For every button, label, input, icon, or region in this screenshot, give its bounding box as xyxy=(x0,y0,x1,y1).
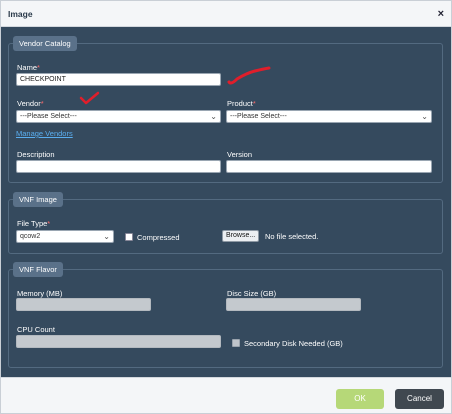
dialog-titlebar: Image × xyxy=(1,1,451,27)
chevron-down-icon: ⌄ xyxy=(421,112,428,121)
required-marker: * xyxy=(47,219,51,228)
product-select-value: ---Please Select--- xyxy=(230,113,287,120)
manage-vendors-link[interactable]: Manage Vendors xyxy=(16,129,73,138)
description-label: Description xyxy=(17,150,55,159)
file-type-label: File Type* xyxy=(17,219,51,228)
dialog-title: Image xyxy=(8,9,33,19)
file-type-select-value: qcow2 xyxy=(20,233,41,240)
vnf-flavor-section: VNF Flavor xyxy=(8,262,443,368)
browse-button[interactable]: Browse... xyxy=(222,230,260,242)
ok-button[interactable]: OK xyxy=(336,389,384,409)
cpu-count-label: CPU Count xyxy=(17,325,55,334)
required-marker: * xyxy=(37,63,40,72)
secondary-disk-checkbox[interactable] xyxy=(232,339,240,347)
red-pen-mark xyxy=(227,66,271,85)
vendor-select[interactable]: ---Please Select--- ⌄ xyxy=(16,110,221,123)
chevron-down-icon: ⌄ xyxy=(103,232,110,241)
image-dialog: Image × Vendor Catalog Name* CHECKPOINT … xyxy=(0,0,452,414)
file-type-select[interactable]: qcow2 ⌄ xyxy=(16,230,114,243)
version-field[interactable] xyxy=(226,160,432,173)
cpu-count-field[interactable] xyxy=(16,335,221,348)
required-marker: * xyxy=(40,99,44,108)
product-select[interactable]: ---Please Select--- ⌄ xyxy=(226,110,432,123)
compressed-checkbox[interactable] xyxy=(125,233,133,241)
name-field[interactable]: CHECKPOINT xyxy=(16,73,221,86)
vnf-image-section: VNF Image xyxy=(8,192,443,254)
vnf-image-legend: VNF Image xyxy=(13,192,63,207)
compressed-label: Compressed xyxy=(137,233,180,242)
red-check-mark xyxy=(79,91,100,105)
name-label: Name* xyxy=(17,63,40,72)
dialog-footer: OK Cancel xyxy=(1,377,451,413)
file-status-text: No file selected. xyxy=(265,232,319,241)
vnf-flavor-legend: VNF Flavor xyxy=(13,262,63,277)
disc-size-label: Disc Size (GB) xyxy=(227,289,277,298)
disc-size-field[interactable] xyxy=(226,298,361,311)
vendor-catalog-legend: Vendor Catalog xyxy=(13,36,77,51)
cancel-button[interactable]: Cancel xyxy=(395,389,444,409)
memory-label: Memory (MB) xyxy=(17,289,63,298)
vendor-select-value: ---Please Select--- xyxy=(20,113,77,120)
product-label: Product* xyxy=(227,99,256,108)
close-icon[interactable]: × xyxy=(438,8,444,20)
required-marker: * xyxy=(252,99,256,108)
version-label: Version xyxy=(227,150,253,159)
vendor-label: Vendor* xyxy=(17,99,44,108)
secondary-disk-label: Secondary Disk Needed (GB) xyxy=(244,339,343,348)
description-field[interactable] xyxy=(16,160,221,173)
memory-field[interactable] xyxy=(16,298,151,311)
chevron-down-icon: ⌄ xyxy=(210,112,217,121)
